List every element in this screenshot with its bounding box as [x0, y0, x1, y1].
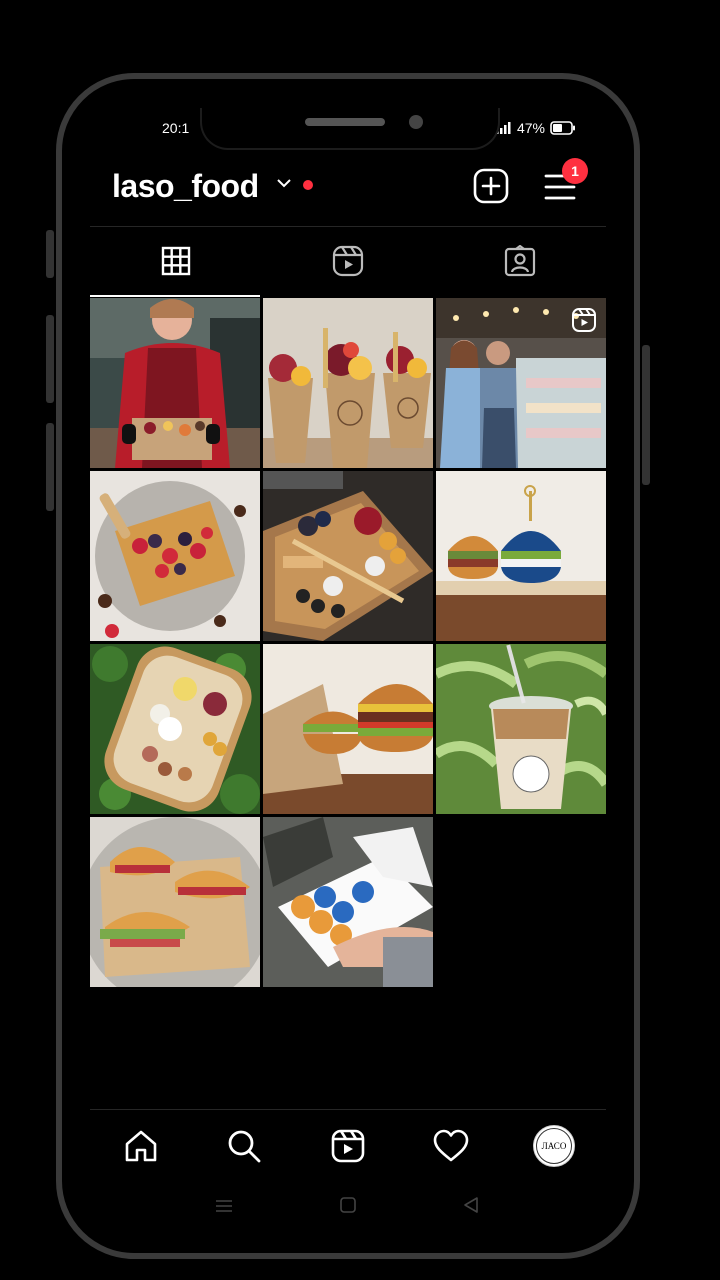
post-thumbnail[interactable] [263, 644, 433, 814]
tab-reels[interactable] [262, 227, 434, 295]
reels-icon [331, 1129, 365, 1163]
chevron-down-icon[interactable] [276, 176, 292, 190]
post-thumbnail[interactable] [263, 471, 433, 641]
nav-reels[interactable] [326, 1124, 370, 1168]
back-icon[interactable] [462, 1196, 480, 1214]
status-right: 47% [495, 120, 576, 136]
create-post-button[interactable] [473, 168, 509, 204]
tagged-icon [504, 245, 536, 277]
avatar-logo: ЛАСО [536, 1128, 572, 1164]
post-thumbnail[interactable] [90, 298, 260, 468]
reel-indicator-icon [572, 308, 596, 332]
nav-search[interactable] [222, 1124, 266, 1168]
search-icon [228, 1130, 261, 1163]
menu-badge: 1 [562, 158, 588, 184]
phone-side-button [46, 423, 54, 511]
system-navigation [90, 1188, 606, 1228]
post-thumbnail[interactable] [263, 817, 433, 987]
phone-side-button [46, 230, 54, 278]
post-thumbnail[interactable] [436, 471, 606, 641]
battery-icon [550, 121, 575, 135]
post-thumbnail[interactable] [90, 817, 260, 987]
phone-side-button [642, 345, 650, 485]
battery-percent: 47% [516, 120, 545, 136]
home-button-icon[interactable] [339, 1196, 357, 1214]
screen: 20:1 47% laso_food 1 ЛАСО [90, 108, 606, 1229]
status-time: 20:1 [162, 120, 190, 136]
speaker [305, 118, 385, 126]
notification-dot [303, 180, 313, 190]
heart-icon [433, 1129, 469, 1162]
grid-icon [161, 246, 191, 276]
post-thumbnail[interactable] [436, 298, 606, 468]
home-icon [125, 1130, 157, 1162]
notch [200, 108, 500, 150]
avatar: ЛАСО [533, 1125, 575, 1167]
nav-profile[interactable]: ЛАСО [532, 1124, 576, 1168]
active-tab-indicator [90, 295, 260, 297]
tab-grid[interactable] [90, 227, 262, 295]
bottom-navigation: ЛАСО [90, 1109, 606, 1182]
post-thumbnail[interactable] [436, 644, 606, 814]
reels-icon [332, 245, 364, 277]
profile-header: laso_food 1 [90, 156, 606, 216]
tab-tagged[interactable] [434, 227, 606, 295]
recent-apps-icon[interactable] [214, 1196, 234, 1216]
post-thumbnail[interactable] [263, 298, 433, 468]
front-camera [409, 115, 423, 129]
nav-activity[interactable] [429, 1124, 473, 1168]
post-thumbnail[interactable] [90, 644, 260, 814]
profile-tabs [90, 226, 606, 297]
post-thumbnail[interactable] [90, 471, 260, 641]
nav-home[interactable] [119, 1124, 163, 1168]
phone-side-button [46, 315, 54, 403]
profile-username[interactable]: laso_food [112, 168, 259, 205]
